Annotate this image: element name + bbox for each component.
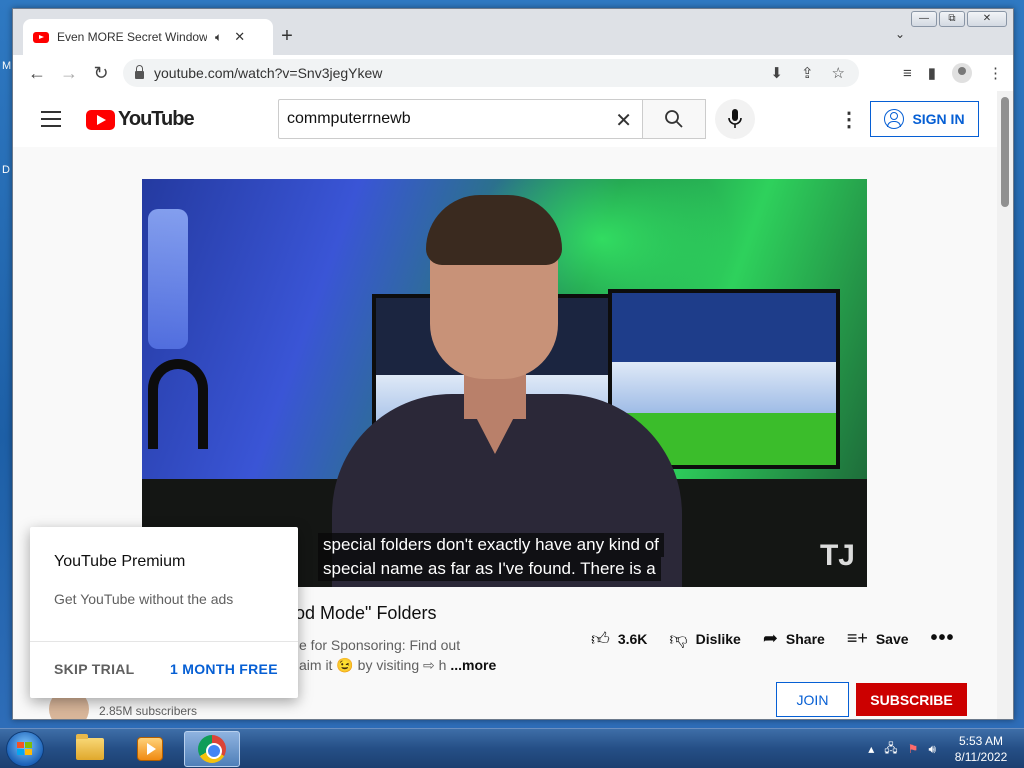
video-title: iod Mode" Folders (291, 603, 437, 623)
voice-search-button[interactable] (715, 99, 755, 139)
bookmark-star-icon[interactable]: ☆ (832, 64, 845, 82)
media-queue-icon[interactable]: ≡ (903, 65, 912, 82)
thumbs-up-icon: 👍︎ (591, 628, 610, 649)
settings-kebab-icon[interactable]: ⋮ (839, 107, 859, 132)
caption-line: special folders don't exactly have any k… (318, 533, 664, 557)
more-actions-button[interactable]: ••• (931, 627, 955, 650)
video-player[interactable]: special folders don't exactly have any k… (142, 179, 867, 587)
thumbs-down-icon: 👎︎ (669, 628, 688, 649)
address-bar[interactable]: youtube.com/watch?v=Snv3jegYkew ⬇︎ ⇪ ☆ (123, 59, 859, 87)
sign-in-button[interactable]: SIGN IN (870, 101, 979, 137)
description-line: aim it 😉 by visiting ⇨ h ...more (299, 657, 496, 674)
taskbar-media-player-button[interactable] (122, 731, 178, 767)
video-frame (148, 359, 208, 449)
youtube-play-logo-icon (86, 109, 115, 130)
new-tab-button[interactable]: + (275, 25, 299, 48)
video-captions: special folders don't exactly have any k… (318, 533, 664, 581)
like-button[interactable]: 👍︎ 3.6K (591, 628, 647, 650)
scrollbar-thumb[interactable] (1001, 97, 1009, 207)
minimize-button[interactable]: — (911, 11, 937, 27)
youtube-logo-text: YouTube (118, 108, 195, 130)
save-button[interactable]: ≡+ Save (847, 628, 909, 649)
browser-menu-icon[interactable]: ⋮ (988, 64, 1003, 82)
lock-icon[interactable] (135, 65, 144, 79)
close-window-button[interactable]: ✕ (967, 11, 1007, 27)
profile-avatar-icon[interactable] (952, 63, 972, 83)
browser-tab[interactable]: Even MORE Secret Windows 🔈︎ ✕ (23, 19, 273, 55)
chrome-icon (198, 735, 226, 763)
show-more-link[interactable]: ...more (450, 657, 496, 673)
clock-date: 8/11/2022 (954, 750, 1008, 764)
youtube-header: YouTube ✕ ⋮ S (13, 91, 997, 147)
youtube-premium-popup: YouTube Premium Get YouTube without the … (30, 527, 298, 698)
hamburger-menu-icon[interactable] (41, 111, 61, 132)
subscribe-button[interactable]: SUBSCRIBE (856, 683, 967, 716)
system-tray: ▴ 🖧︎ ⚑ 🔊︎ 5:53 AM 8/11/2022 (868, 729, 1016, 768)
skip-trial-button[interactable]: SKIP TRIAL (54, 661, 135, 677)
tab-strip: Even MORE Secret Windows 🔈︎ ✕ + ⌄ — ⧉ ✕ (13, 9, 1013, 55)
show-hidden-icons-icon[interactable]: ▴ (868, 742, 874, 756)
search-input[interactable] (287, 110, 587, 128)
microphone-icon (728, 109, 742, 128)
desktop-icon-fragment: D (2, 164, 10, 176)
search-icon (665, 110, 683, 128)
tab-search-chevron-icon[interactable]: ⌄ (895, 27, 905, 41)
dislike-button[interactable]: 👎︎ Dislike (669, 628, 740, 650)
description-text: aim it 😉 by visiting ⇨ h (299, 657, 447, 673)
desktop-icon-fragment: M (2, 60, 12, 72)
video-frame (148, 209, 188, 349)
reload-icon[interactable]: ↻ (85, 63, 117, 84)
page-scrollbar[interactable] (997, 91, 1013, 719)
video-actions: 👍︎ 3.6K 👎︎ Dislike ➦ Share ≡+ Save ••• (591, 627, 955, 650)
back-arrow-icon[interactable]: ← (21, 63, 53, 84)
install-app-icon[interactable]: ⬇︎ (770, 64, 783, 82)
url-text[interactable]: youtube.com/watch?v=Snv3jegYkew (154, 65, 382, 81)
popup-title: YouTube Premium (54, 553, 186, 570)
share-page-icon[interactable]: ⇪ (801, 64, 814, 82)
youtube-favicon-icon (33, 31, 49, 43)
account-icon (884, 109, 905, 129)
window-controls: — ⧉ ✕ (911, 11, 1007, 27)
search-box[interactable]: ✕ (278, 99, 643, 139)
taskbar: ▴ 🖧︎ ⚑ 🔊︎ 5:53 AM 8/11/2022 (0, 728, 1024, 768)
youtube-logo[interactable]: YouTube (86, 108, 195, 131)
volume-icon[interactable]: 🔊︎ (928, 742, 936, 757)
forward-arrow-icon[interactable]: → (53, 63, 85, 84)
restore-button[interactable]: ⧉ (939, 11, 965, 27)
folder-icon (76, 734, 104, 760)
one-month-free-button[interactable]: 1 MONTH FREE (170, 661, 278, 677)
like-count: 3.6K (617, 630, 648, 647)
tab-title: Even MORE Secret Windows (57, 30, 207, 44)
join-button[interactable]: JOIN (776, 682, 849, 717)
browser-toolbar: ← → ↻ youtube.com/watch?v=Snv3jegYkew ⬇︎… (13, 55, 1013, 91)
save-label: Save (875, 630, 909, 647)
share-arrow-icon: ➦ (762, 628, 778, 648)
caption-line: special name as far as I've found. There… (318, 557, 661, 581)
share-label: Share (785, 630, 825, 647)
speaker-icon[interactable]: 🔈︎ (215, 30, 222, 45)
clock[interactable]: 5:53 AM 8/11/2022 (946, 733, 1016, 765)
subscriber-count: 2.85M subscribers (99, 704, 198, 718)
description-line: e for Sponsoring: Find out (299, 637, 461, 653)
clock-time: 5:53 AM (958, 734, 1004, 748)
share-button[interactable]: ➦ Share (763, 628, 825, 649)
tab-close-icon[interactable]: ✕ (234, 29, 245, 45)
video-frame (464, 394, 526, 454)
popup-divider (30, 641, 298, 642)
search-button[interactable] (642, 99, 706, 139)
dislike-label: Dislike (695, 630, 741, 647)
playlist-add-icon: ≡+ (846, 628, 868, 648)
start-button[interactable] (6, 731, 44, 767)
popup-subtitle: Get YouTube without the ads (54, 591, 234, 607)
side-panel-icon[interactable]: ▮ (928, 64, 936, 82)
action-center-flag-icon[interactable]: ⚑ (908, 742, 919, 756)
taskbar-explorer-button[interactable] (62, 731, 118, 767)
windows-logo-icon (17, 742, 33, 756)
media-player-icon (137, 737, 163, 761)
channel-watermark: TJ (819, 539, 855, 572)
clear-search-icon[interactable]: ✕ (615, 108, 632, 133)
taskbar-chrome-button[interactable] (184, 731, 240, 767)
sign-in-label: SIGN IN (912, 111, 965, 127)
network-icon[interactable]: 🖧︎ (884, 739, 897, 760)
